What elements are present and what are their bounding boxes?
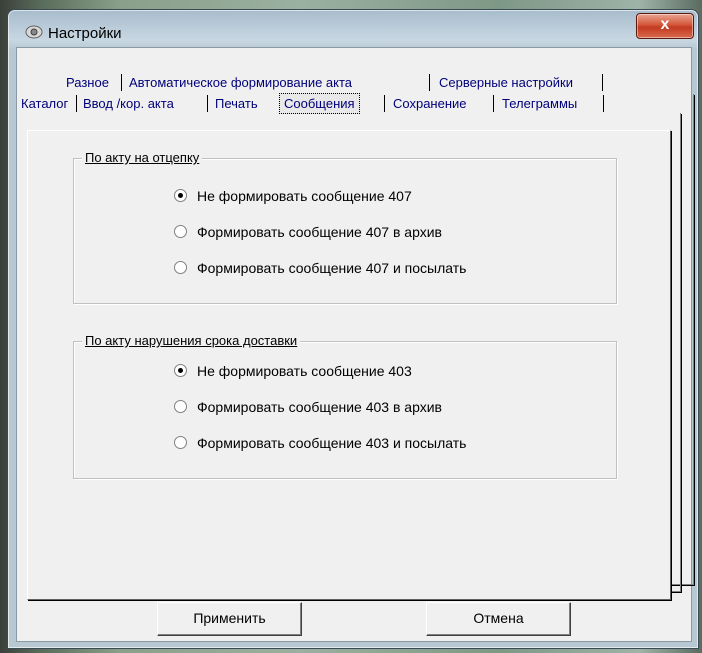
tab-page-messages: По акту на отцепку Не формировать сообще… xyxy=(27,130,671,600)
radio-unchecked-icon xyxy=(174,436,187,449)
tab-separator xyxy=(602,74,603,91)
radio-label: Формировать сообщение 403 в архив xyxy=(197,399,442,415)
radio-407-none[interactable]: Не формировать сообщение 407 xyxy=(174,186,412,206)
tab-separator xyxy=(76,95,77,112)
group-uncoupling-act: По акту на отцепку Не формировать сообще… xyxy=(73,150,617,304)
close-button[interactable]: x xyxy=(636,13,694,39)
radio-label: Не формировать сообщение 407 xyxy=(197,188,412,204)
tab-server-settings[interactable]: Серверные настройки xyxy=(435,73,577,92)
tab-auto-act[interactable]: Автоматическое формирование акта xyxy=(125,73,356,92)
title-bar[interactable]: Настройки x xyxy=(8,10,698,48)
tab-catalog[interactable]: Каталог xyxy=(17,94,72,113)
tab-raznoe[interactable]: Разное xyxy=(62,73,113,92)
settings-app-icon xyxy=(25,24,43,40)
radio-unchecked-icon xyxy=(174,400,187,413)
radio-407-send[interactable]: Формировать сообщение 407 и посылать xyxy=(174,258,466,278)
radio-checked-icon xyxy=(174,189,187,202)
group-title: По акту на отцепку xyxy=(82,150,203,165)
radio-unchecked-icon xyxy=(174,225,187,238)
group-title: По акту нарушения срока доставки xyxy=(82,333,301,348)
radio-label: Формировать сообщение 407 в архив xyxy=(197,224,442,240)
radio-407-archive[interactable]: Формировать сообщение 407 в архив xyxy=(174,222,442,242)
radio-unchecked-icon xyxy=(174,261,187,274)
radio-label: Не формировать сообщение 403 xyxy=(197,363,412,379)
tab-separator xyxy=(121,74,122,91)
radio-403-none[interactable]: Не формировать сообщение 403 xyxy=(174,361,412,381)
dialog-client-area: Разное Автоматическое формирование акта … xyxy=(16,47,694,642)
close-icon: x xyxy=(660,16,670,33)
window-title: Настройки xyxy=(48,25,122,42)
tab-separator xyxy=(429,74,430,91)
radio-label: Формировать сообщение 403 и посылать xyxy=(197,435,467,451)
radio-403-send[interactable]: Формировать сообщение 403 и посылать xyxy=(174,433,466,453)
group-delivery-delay-act: По акту нарушения срока доставки Не форм… xyxy=(73,333,617,479)
radio-403-archive[interactable]: Формировать сообщение 403 в архив xyxy=(174,397,442,417)
radio-label: Формировать сообщение 407 и посылать xyxy=(197,260,467,276)
settings-window: Настройки x Разное Автоматическое формир… xyxy=(8,10,698,648)
apply-button[interactable]: Применить xyxy=(157,602,302,636)
radio-checked-icon xyxy=(174,364,187,377)
cancel-button[interactable]: Отмена xyxy=(426,602,571,636)
